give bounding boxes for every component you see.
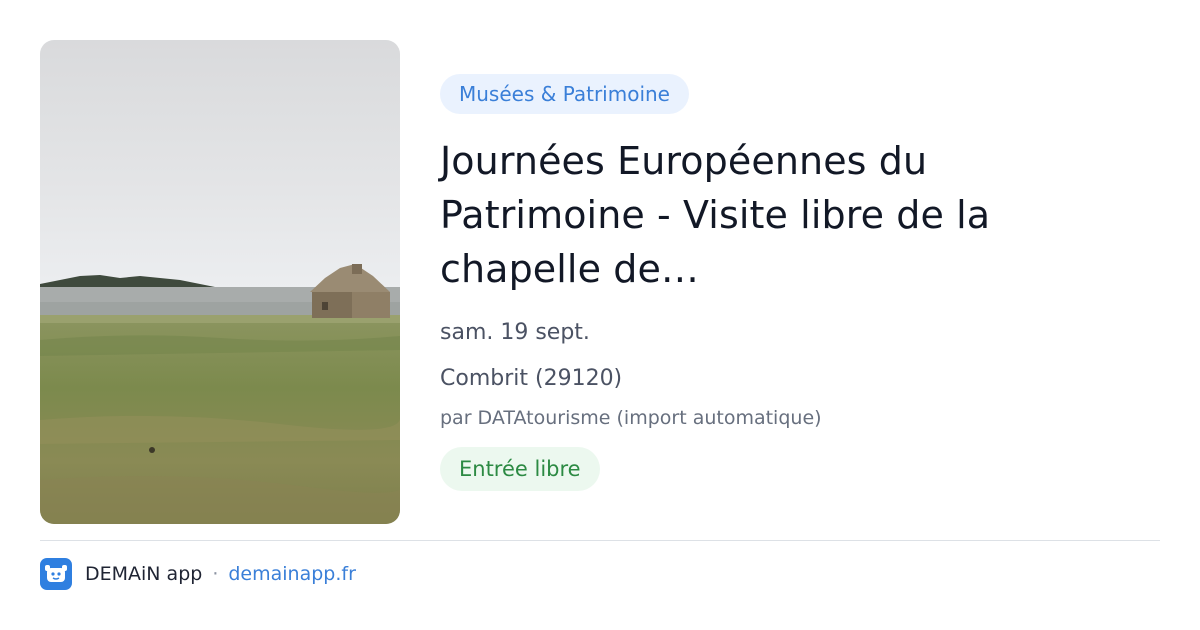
event-title[interactable]: Journées Européennes du Patrimoine - Vis… [440, 134, 1080, 296]
event-location: Combrit (29120) [440, 366, 623, 391]
site-link[interactable]: demainapp.fr [228, 563, 356, 585]
demain-app-icon [40, 558, 72, 590]
footer-separator: · [212, 563, 219, 585]
event-date: sam. 19 sept. [440, 320, 590, 345]
event-photo [40, 40, 400, 524]
link-preview-card[interactable]: Musées & Patrimoine Journées Européennes… [0, 0, 1200, 630]
event-organizer: par DATAtourisme (import automatique) [440, 407, 822, 429]
app-name: DEMAiN app [85, 563, 203, 585]
preview-footer: DEMAiN app · demainapp.fr [40, 557, 356, 591]
footer-divider [40, 540, 1160, 541]
category-badge: Musées & Patrimoine [440, 74, 689, 114]
preview-content: Musées & Patrimoine Journées Européennes… [440, 74, 1160, 491]
price-badge: Entrée libre [440, 447, 600, 491]
